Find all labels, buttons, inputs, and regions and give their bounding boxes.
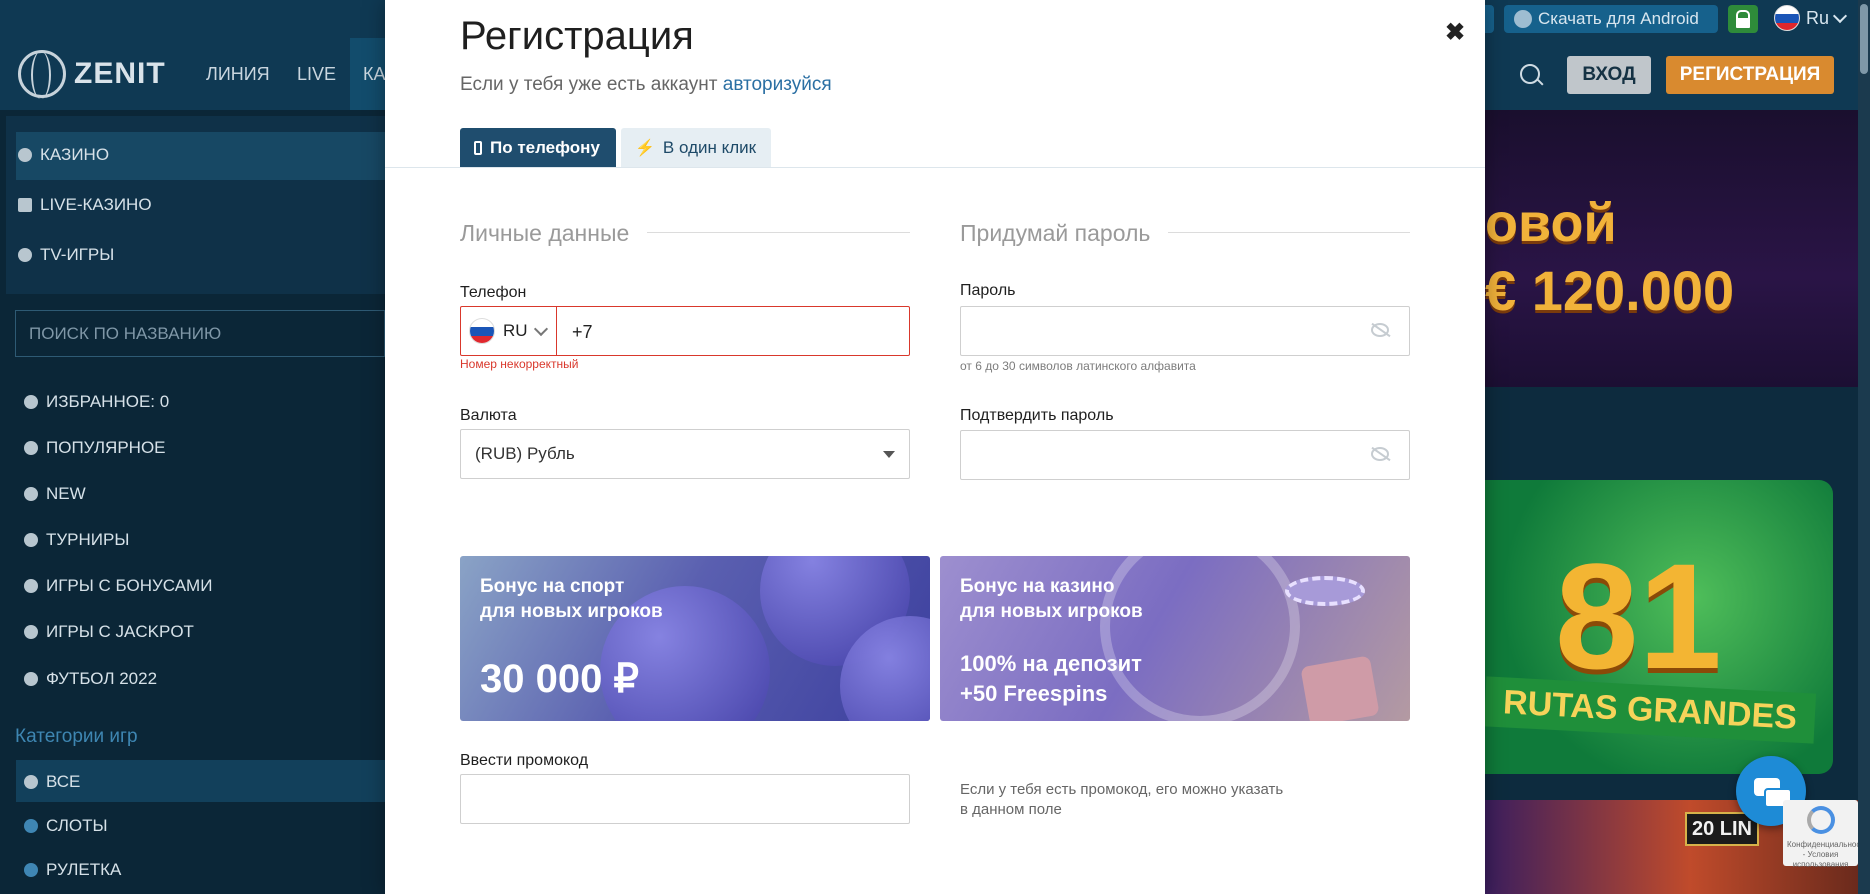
- nav-live[interactable]: LIVE: [297, 64, 336, 85]
- modal-title: Регистрация: [460, 14, 694, 58]
- trophy-icon: [24, 533, 38, 547]
- registration-modal: Регистрация Если у тебя уже есть аккаунт…: [385, 0, 1485, 894]
- sidebar-item-favorites[interactable]: ИЗБРАННОЕ: 0: [24, 392, 169, 412]
- promo-banner[interactable]: овой € 120.000: [1485, 110, 1858, 387]
- android-icon: [1514, 10, 1532, 28]
- language-selector[interactable]: Ru: [1774, 5, 1848, 31]
- modal-subtitle: Если у тебя уже есть аккаунт авторизуйся: [460, 74, 832, 95]
- page-scrollbar[interactable]: [1858, 0, 1870, 894]
- promo-code-input[interactable]: [461, 775, 909, 823]
- recaptcha-icon: [1807, 806, 1835, 834]
- phone-country-select[interactable]: RU: [461, 307, 557, 355]
- football-icon: [24, 672, 38, 686]
- jackpot-icon: [24, 625, 38, 639]
- phone-field: RU: [460, 306, 924, 357]
- sport-bonus-card[interactable]: Бонус на спорт для новых игроков 30 000 …: [460, 556, 930, 721]
- confirm-password-input[interactable]: [961, 431, 1409, 479]
- close-icon[interactable]: ✖: [1445, 18, 1465, 47]
- phone-error: Номер некорректный: [460, 357, 579, 371]
- promo-code-field: [460, 774, 910, 824]
- search-icon[interactable]: [1520, 64, 1540, 84]
- sidebar-item-tournaments[interactable]: ТУРНИРЫ: [24, 530, 129, 550]
- promo-code-hint: Если у тебя есть промокод, его можно ука…: [960, 781, 1284, 818]
- category-all[interactable]: ВСЕ: [24, 772, 80, 792]
- promo-code-label: Ввести промокод: [460, 752, 589, 769]
- sidebar-item-football-2022[interactable]: ФУТБОЛ 2022: [24, 669, 157, 689]
- password-hint: от 6 до 30 символов латинского алфавита: [960, 359, 1196, 373]
- game-search-input[interactable]: ПОИСК ПО НАЗВАНИЮ: [15, 310, 385, 357]
- sidebar-item-tv-games[interactable]: TV-ИГРЫ: [18, 245, 114, 265]
- sidebar-item-new[interactable]: NEW: [24, 484, 86, 504]
- globe-icon: [18, 50, 66, 99]
- flag-ru-icon: [469, 318, 495, 344]
- new-icon: [24, 487, 38, 501]
- lightning-icon: ⚡: [635, 140, 655, 157]
- game-tile-81-frutas[interactable]: 81 RUTAS GRANDES: [1485, 480, 1833, 774]
- tab-by-phone[interactable]: По телефону: [460, 128, 616, 168]
- register-button[interactable]: РЕГИСТРАЦИЯ: [1666, 56, 1834, 94]
- spade-icon: [18, 248, 32, 262]
- chevron-down-icon: [1832, 8, 1848, 24]
- eye-off-icon[interactable]: [1371, 447, 1389, 461]
- sidebar-item-bonus-games[interactable]: ИГРЫ С БОНУСАМИ: [24, 576, 212, 596]
- sidebar-item-casino[interactable]: КАЗИНО: [18, 145, 109, 165]
- chevron-down-icon: [533, 321, 548, 337]
- nav-casino[interactable]: КА: [363, 64, 386, 85]
- spade-icon: [24, 775, 38, 789]
- zenit-logo[interactable]: ZENIT: [18, 50, 166, 99]
- sidebar-item-jackpot[interactable]: ИГРЫ С JACKPOT: [24, 622, 194, 642]
- star-icon: [24, 395, 38, 409]
- android-download-button[interactable]: Скачать для Android: [1504, 5, 1718, 33]
- diamond-icon: [24, 819, 38, 833]
- personal-data-title: Личные данные: [460, 220, 648, 247]
- lock-icon[interactable]: [1728, 5, 1758, 33]
- login-button[interactable]: ВХОД: [1567, 56, 1651, 94]
- password-field: [960, 306, 1410, 356]
- currency-label: Валюта: [460, 407, 517, 424]
- eye-off-icon[interactable]: [1371, 323, 1389, 337]
- login-link[interactable]: авторизуйся: [723, 74, 832, 95]
- sidebar-item-live-casino[interactable]: LIVE-КАЗИНО: [18, 195, 152, 215]
- confirm-password-field: [960, 430, 1410, 480]
- phone-label: Телефон: [460, 284, 527, 301]
- recaptcha-badge[interactable]: Конфиденциальность - Условия использован…: [1783, 800, 1868, 869]
- scrollbar-thumb[interactable]: [1860, 4, 1868, 74]
- nav-line[interactable]: ЛИНИЯ: [206, 64, 270, 85]
- category-slots[interactable]: СЛОТЫ: [24, 816, 108, 836]
- cards-icon: [18, 198, 32, 212]
- fire-icon: [24, 441, 38, 455]
- sidebar-item-popular[interactable]: ПОПУЛЯРНОЕ: [24, 438, 166, 458]
- caret-down-icon: [883, 451, 895, 458]
- phone-icon: [474, 141, 482, 155]
- bonus-icon: [24, 579, 38, 593]
- flag-ru-icon: [1774, 5, 1800, 31]
- currency-select[interactable]: (RUB) Рубль: [460, 429, 910, 479]
- tab-divider: [385, 167, 1485, 168]
- casino-chip-icon: [18, 148, 32, 162]
- password-label: Пароль: [960, 282, 1016, 299]
- password-section-title: Придумай пароль: [960, 220, 1169, 247]
- roulette-icon: [24, 863, 38, 877]
- category-roulette[interactable]: РУЛЕТКА: [24, 860, 121, 880]
- dice: [1300, 655, 1380, 721]
- casino-chip: [1285, 576, 1365, 606]
- tab-one-click[interactable]: ⚡ В один клик: [621, 128, 771, 168]
- categories-title: Категории игр: [15, 726, 138, 747]
- casino-bonus-card[interactable]: Бонус на казино для новых игроков 100% н…: [940, 556, 1410, 721]
- phone-input[interactable]: [558, 307, 924, 357]
- confirm-password-label: Подтвердить пароль: [960, 407, 1114, 424]
- password-input[interactable]: [961, 307, 1409, 355]
